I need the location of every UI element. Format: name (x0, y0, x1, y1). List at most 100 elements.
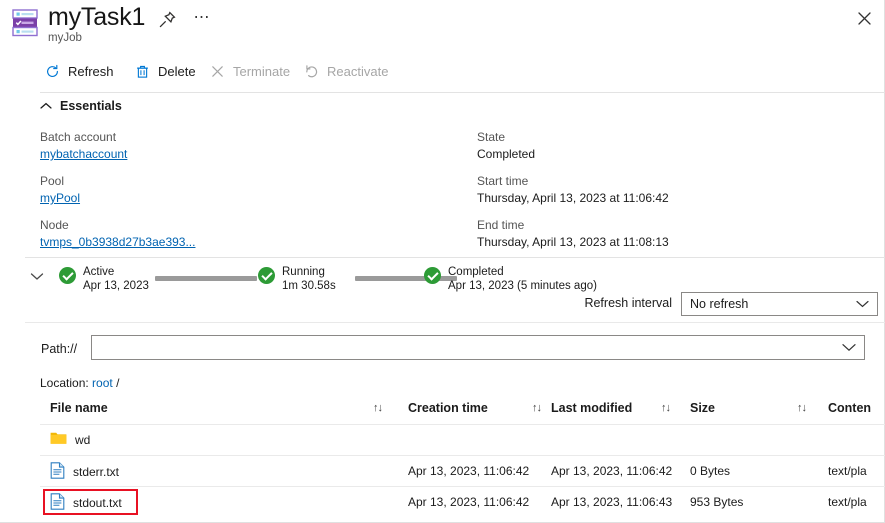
batch-task-icon (10, 8, 42, 38)
essentials-label: Essentials (60, 99, 122, 113)
divider-timeline (25, 322, 885, 323)
column-header-last-modified[interactable]: Last modified (551, 401, 632, 415)
delete-label: Delete (158, 63, 196, 79)
divider-commandbar (40, 92, 885, 93)
refresh-button[interactable]: Refresh (40, 56, 118, 86)
terminate-button: Terminate (205, 56, 294, 86)
last-modified-cell: Apr 13, 2023, 11:06:43 (551, 495, 673, 509)
field-label: Start time (477, 174, 529, 188)
pin-icon[interactable] (155, 8, 179, 32)
refresh-icon (44, 63, 61, 80)
table-row[interactable]: wd (40, 424, 885, 455)
refresh-interval-select[interactable]: No refresh (681, 292, 878, 316)
file-name-text: stdout.txt (73, 496, 122, 510)
path-label: Path:// (41, 342, 78, 356)
file-icon (50, 462, 65, 482)
field-state: State Completed (477, 129, 535, 163)
size-cell: 0 Bytes (690, 464, 731, 478)
refresh-label: Refresh (68, 63, 114, 79)
content-type-cell: text/pla (828, 495, 867, 509)
breadcrumb-root-link[interactable]: root (92, 376, 113, 390)
last-modified-cell: Apr 13, 2023, 11:06:42 (551, 464, 673, 478)
field-batch-account: Batch account mybatchaccount (40, 129, 127, 163)
file-name-cell[interactable]: stdout.txt (50, 493, 122, 513)
chevron-down-icon (856, 297, 869, 311)
field-start-time: Start time Thursday, April 13, 2023 at 1… (477, 173, 669, 207)
field-pool: Pool myPool (40, 173, 80, 207)
field-label: State (477, 130, 506, 144)
table-row[interactable]: stdout.txt Apr 13, 2023, 11:06:42 Apr 13… (40, 486, 885, 517)
refresh-interval-label: Refresh interval (584, 296, 672, 310)
pool-link[interactable]: myPool (40, 191, 80, 205)
field-label: Pool (40, 174, 65, 188)
stage-label: Completed (448, 266, 504, 278)
column-header-creation-time[interactable]: Creation time (408, 401, 488, 415)
field-node: Node tvmps_0b3938d27b3ae393... (40, 217, 195, 251)
file-name-text: wd (75, 432, 91, 447)
delete-button[interactable]: Delete (130, 56, 200, 86)
timeline-stage-active: Active Apr 13, 2023 (59, 266, 149, 293)
column-header-size[interactable]: Size (690, 401, 715, 415)
stage-detail: 1m 30.58s (282, 279, 336, 292)
start-time-value: Thursday, April 13, 2023 at 11:06:42 (477, 191, 669, 205)
page-subtitle: myJob (48, 32, 82, 44)
file-name-cell[interactable]: stderr.txt (50, 462, 119, 482)
page-title: myTask1 (48, 3, 146, 31)
divider-essentials (25, 257, 885, 258)
check-circle-icon (258, 267, 275, 284)
file-name-text: stderr.txt (73, 465, 120, 479)
sort-icon[interactable]: ↑↓ (532, 402, 542, 414)
file-name-cell[interactable]: wd (50, 431, 90, 448)
files-table: File name ↑↓ Creation time ↑↓ Last modif… (40, 398, 885, 517)
timeline-stage-running: Running 1m 30.58s (258, 266, 336, 293)
check-circle-icon (59, 267, 76, 284)
column-header-file-name[interactable]: File name (50, 401, 108, 415)
batch-account-link[interactable]: mybatchaccount (40, 147, 127, 161)
creation-time-cell: Apr 13, 2023, 11:06:42 (408, 495, 530, 509)
blade-header: myTask1 myJob ⋯ (0, 0, 885, 48)
stage-label: Running (282, 266, 325, 278)
field-end-time: End time Thursday, April 13, 2023 at 11:… (477, 217, 669, 251)
check-circle-icon (424, 267, 441, 284)
x-icon (209, 63, 226, 80)
timeline-connector-1 (155, 276, 257, 281)
refresh-interval-value: No refresh (690, 297, 749, 311)
reactivate-icon (303, 63, 320, 80)
size-cell: 953 Bytes (690, 495, 744, 509)
node-link[interactable]: tvmps_0b3938d27b3ae393... (40, 235, 195, 249)
chevron-up-icon (40, 99, 52, 113)
creation-time-cell: Apr 13, 2023, 11:06:42 (408, 464, 530, 478)
command-bar: Refresh Delete Terminate Reactivate (0, 56, 885, 90)
chevron-down-icon[interactable] (842, 341, 856, 355)
timeline-stage-completed: Completed Apr 13, 2023 (5 minutes ago) (424, 266, 597, 293)
location-suffix: / (116, 376, 120, 390)
reactivate-button: Reactivate (299, 56, 392, 86)
content-type-cell: text/pla (828, 464, 867, 478)
close-icon[interactable] (851, 5, 877, 31)
location-prefix: Location: (40, 376, 89, 390)
ellipsis-icon[interactable]: ⋯ (190, 8, 214, 32)
stage-detail: Apr 13, 2023 (5 minutes ago) (448, 279, 597, 292)
timeline-expand-toggle[interactable] (30, 268, 48, 286)
state-value: Completed (477, 147, 536, 161)
stage-label: Active (83, 266, 115, 278)
column-header-content-type[interactable]: Conten (828, 401, 871, 415)
sort-icon[interactable]: ↑↓ (373, 402, 383, 414)
trash-icon (134, 63, 151, 80)
path-input[interactable] (91, 335, 865, 360)
sort-icon[interactable]: ↑↓ (797, 402, 807, 414)
field-label: Node (40, 218, 69, 232)
table-row[interactable]: stderr.txt Apr 13, 2023, 11:06:42 Apr 13… (40, 455, 885, 486)
file-icon (50, 493, 65, 513)
end-time-value: Thursday, April 13, 2023 at 11:08:13 (477, 235, 669, 249)
stage-detail: Apr 13, 2023 (83, 279, 149, 292)
essentials-toggle[interactable]: Essentials (40, 99, 122, 113)
sort-icon[interactable]: ↑↓ (661, 402, 671, 414)
title-block: myTask1 myJob (48, 2, 145, 45)
breadcrumb: Location: root / (40, 376, 119, 390)
task-details-blade: myTask1 myJob ⋯ Refresh Delete Terminate… (0, 0, 885, 523)
field-label: End time (477, 218, 525, 232)
reactivate-label: Reactivate (327, 63, 389, 79)
table-header-row: File name ↑↓ Creation time ↑↓ Last modif… (40, 398, 885, 424)
folder-icon (50, 431, 67, 448)
